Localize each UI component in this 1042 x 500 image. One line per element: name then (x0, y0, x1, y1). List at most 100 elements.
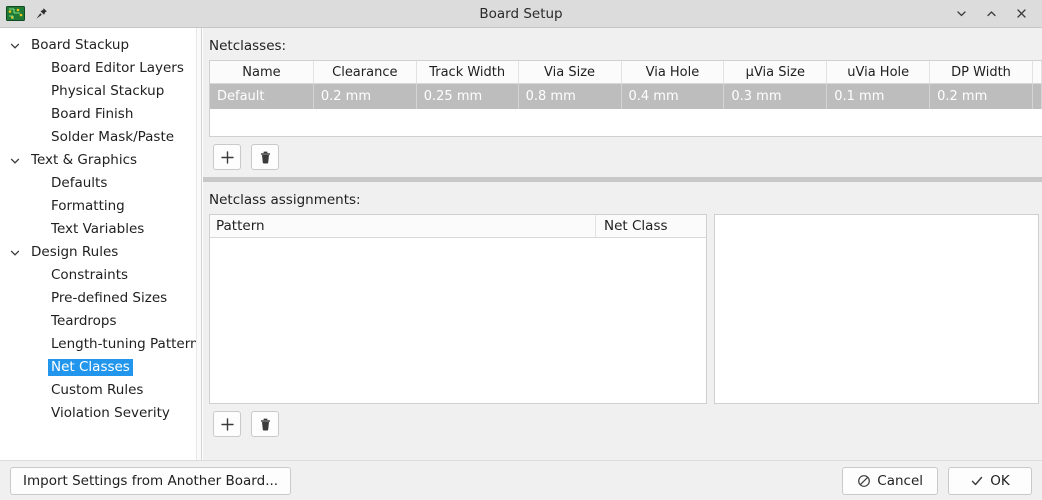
assignments-grid[interactable]: Pattern Net Class (209, 214, 707, 404)
sidebar-item-label: Text Variables (51, 221, 145, 237)
sidebar-item-design-rules[interactable]: Design Rules (0, 241, 201, 264)
delete-assignment-button[interactable] (251, 411, 279, 437)
sidebar-item-solder-mask-paste[interactable]: Solder Mask/Paste (0, 126, 201, 149)
sidebar-item-label: Board Stackup (31, 37, 130, 53)
settings-tree: Board Stackup Board Editor Layers Physical… (0, 28, 201, 425)
sidebar-item-violation-severity[interactable]: Violation Severity (0, 402, 201, 425)
assignments-row: Pattern Net Class (209, 214, 1042, 404)
sidebar-item-text-variables[interactable]: Text Variables (0, 218, 201, 241)
ok-button[interactable]: OK (948, 466, 1032, 495)
dialog-actions: Cancel OK (842, 466, 1042, 495)
import-settings-button[interactable]: Import Settings from Another Board... (10, 466, 292, 495)
assignments-grid-body[interactable] (210, 238, 706, 403)
table-cell[interactable]: 0.1 mm (827, 84, 931, 109)
title-bar: Board Setup (0, 0, 1042, 28)
add-assignment-button[interactable] (213, 411, 241, 437)
sidebar-item-label: Violation Severity (51, 405, 170, 421)
sidebar-item-constraints[interactable]: Constraints (0, 264, 201, 287)
table-row[interactable]: Default 0.2 mm 0.25 mm 0.8 mm 0.4 mm 0.3 mm 0.… (210, 84, 1042, 109)
sidebar-item-physical-stackup[interactable]: Physical Stackup (0, 80, 201, 103)
chevron-down-icon[interactable] (8, 39, 22, 53)
column-header-name[interactable]: Name (210, 61, 314, 83)
column-header-uvia-hole[interactable]: uVia Hole (827, 61, 931, 83)
sidebar-item-label: Solder Mask/Paste (51, 129, 175, 145)
plus-icon (220, 417, 235, 432)
chevron-down-icon (955, 7, 968, 20)
column-header-clearance[interactable]: Clearance (314, 61, 417, 83)
close-button[interactable] (1008, 3, 1034, 25)
sidebar-item-net-classes[interactable]: Net Classes (0, 356, 201, 379)
sidebar-item-formatting[interactable]: Formatting (0, 195, 201, 218)
netclasses-grid-header: Name Clearance Track Width Via Size Via Hole… (210, 61, 1042, 84)
sidebar-item-label: Formatting (51, 198, 125, 214)
title-bar-left (0, 4, 120, 23)
sidebar-item-teardrops[interactable]: Teardrops (0, 310, 201, 333)
netclasses-grid-body[interactable]: Default 0.2 mm 0.25 mm 0.8 mm 0.4 mm 0.3 mm 0.… (210, 84, 1042, 136)
window-title: Board Setup (479, 5, 563, 22)
assignments-preview-panel (714, 214, 1039, 404)
sidebar-item-board-stackup[interactable]: Board Stackup (0, 34, 201, 57)
sidebar-item-defaults[interactable]: Defaults (0, 172, 201, 195)
sidebar-item-label: Teardrops (51, 313, 117, 329)
minimize-button[interactable] (948, 3, 974, 25)
cancel-button-label: Cancel (877, 472, 923, 489)
column-header-pattern[interactable]: Pattern (210, 215, 596, 237)
table-cell[interactable]: 0.2 mm (930, 84, 1033, 109)
sidebar-item-label: Length-tuning Patterns (51, 336, 202, 352)
delete-netclass-button[interactable] (251, 144, 279, 170)
netclasses-toolbar (203, 137, 1042, 177)
sidebar-item-label: Constraints (51, 267, 129, 283)
sidebar-item-board-finish[interactable]: Board Finish (0, 103, 201, 126)
sidebar-item-board-editor-layers[interactable]: Board Editor Layers (0, 57, 201, 80)
column-header-via-size[interactable]: Via Size (519, 61, 622, 83)
cancel-button[interactable]: Cancel (842, 466, 938, 495)
table-cell-overflow (1033, 84, 1042, 109)
net-classes-panel: Netclasses: Name Clearance Track Width Via … (203, 28, 1042, 460)
netclasses-label: Netclasses: (209, 38, 287, 54)
table-cell[interactable]: 0.4 mm (622, 84, 725, 109)
assignments-grid-header: Pattern Net Class (210, 215, 706, 238)
sidebar-item-custom-rules[interactable]: Custom Rules (0, 379, 201, 402)
sidebar-item-label: Pre-defined Sizes (51, 290, 168, 306)
sidebar-item-label: Text & Graphics (31, 152, 138, 168)
table-cell[interactable]: 0.25 mm (417, 84, 519, 109)
dialog-button-bar: Import Settings from Another Board... Ca… (0, 460, 1042, 500)
sidebar-item-pre-defined-sizes[interactable]: Pre-defined Sizes (0, 287, 201, 310)
sidebar-item-text-graphics[interactable]: Text & Graphics (0, 149, 201, 172)
sidebar-item-label: Board Editor Layers (51, 60, 184, 76)
column-header-dp-width[interactable]: DP Width (930, 61, 1033, 83)
sidebar-item-label: Physical Stackup (51, 83, 165, 99)
sidebar-item-label: Net Classes (48, 359, 133, 376)
column-header--via-size[interactable]: μVia Size (724, 61, 828, 83)
table-cell[interactable]: 0.2 mm (314, 84, 417, 109)
maximize-button[interactable] (978, 3, 1004, 25)
column-header-net-class[interactable]: Net Class (596, 215, 706, 237)
trash-icon (258, 150, 273, 165)
sidebar-scrollbar[interactable] (196, 28, 201, 460)
close-icon (1015, 7, 1028, 20)
sidebar-item-length-tuning-patterns[interactable]: Length-tuning Patterns (0, 333, 201, 356)
check-icon (970, 474, 984, 488)
chevron-up-icon (985, 7, 998, 20)
sidebar-item-label: Design Rules (31, 244, 119, 260)
sidebar-item-label: Board Finish (51, 106, 134, 122)
chevron-down-icon[interactable] (8, 154, 22, 168)
plus-icon (220, 150, 235, 165)
table-cell[interactable]: Default (210, 84, 314, 109)
sidebar-item-label: Custom Rules (51, 382, 144, 398)
table-cell[interactable]: 0.8 mm (519, 84, 622, 109)
assignments-label: Netclass assignments: (209, 192, 361, 208)
board-setup-dialog: Board Setup Board Stackup Board Editor La… (0, 0, 1042, 500)
column-header-via-hole[interactable]: Via Hole (622, 61, 725, 83)
settings-tree-sidebar[interactable]: Board Stackup Board Editor Layers Physical… (0, 28, 202, 460)
chevron-down-icon[interactable] (8, 246, 22, 260)
table-cell[interactable]: 0.3 mm (724, 84, 828, 109)
ok-button-label: OK (990, 472, 1010, 489)
column-header-track-width[interactable]: Track Width (417, 61, 519, 83)
sidebar-item-label: Defaults (51, 175, 108, 191)
kicad-pcb-icon (6, 4, 25, 23)
no-entry-icon (857, 474, 871, 488)
pin-icon[interactable] (33, 6, 49, 22)
netclasses-grid[interactable]: Name Clearance Track Width Via Size Via Hole… (209, 60, 1042, 137)
add-netclass-button[interactable] (213, 144, 241, 170)
